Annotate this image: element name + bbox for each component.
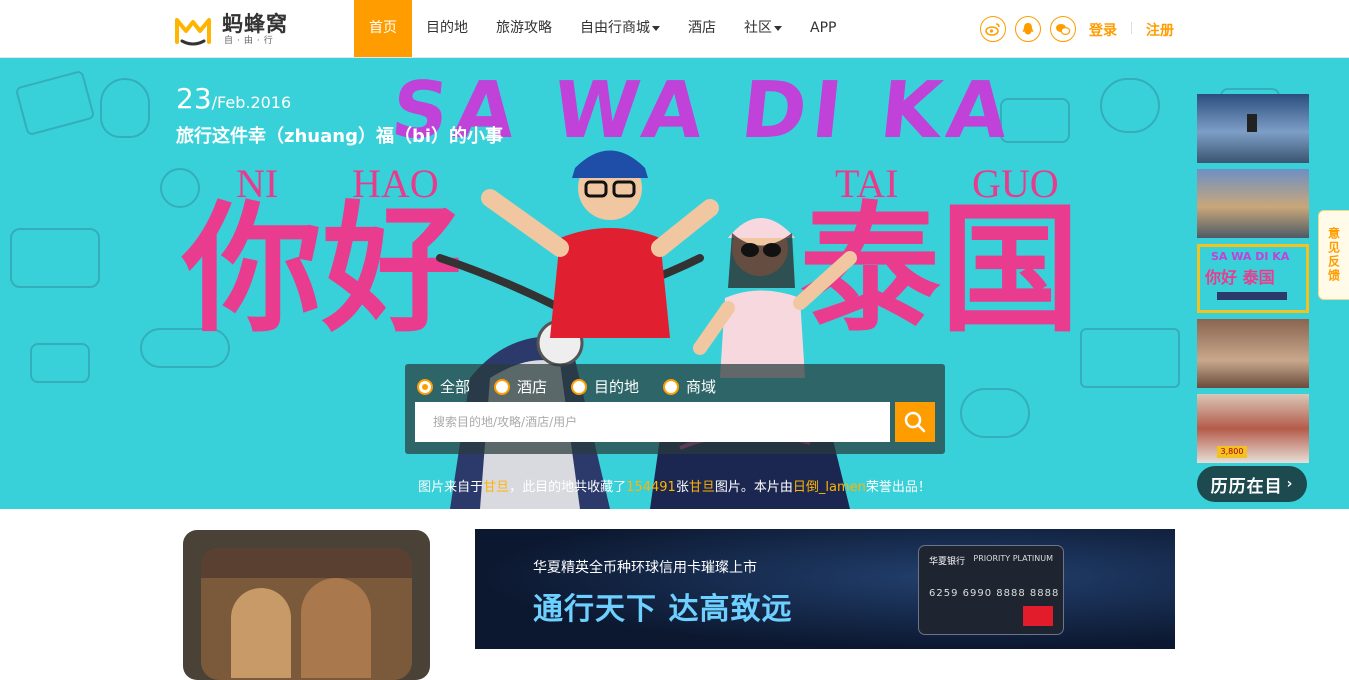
banner-thumbnail[interactable] xyxy=(1197,94,1309,163)
doodle-bag-icon xyxy=(1100,78,1160,133)
date-month-year: /Feb.2016 xyxy=(211,93,292,112)
doodle-phone-icon xyxy=(30,343,90,383)
logo-subtitle: 自·由·行 xyxy=(224,36,277,46)
nav-home[interactable]: 首页 xyxy=(354,0,412,57)
radio-shop[interactable]: 商域 xyxy=(663,376,716,397)
unionpay-logo-icon xyxy=(1023,606,1053,626)
radio-icon xyxy=(663,378,680,395)
top-navbar: 蚂蜂窝 自·由·行 首页 目的地 旅游攻略 自由行商城 酒店 社区 APP 登录… xyxy=(0,0,1349,58)
tv-frame-image[interactable] xyxy=(183,530,430,680)
banner-thumbnail-active[interactable]: SA WA DI KA 你好 泰国 xyxy=(1197,244,1309,313)
nav-mall[interactable]: 自由行商城 xyxy=(566,0,674,57)
main-nav: 首页 目的地 旅游攻略 自由行商城 酒店 社区 APP xyxy=(354,0,850,57)
banner-date: 23/Feb.2016 xyxy=(176,82,291,115)
search-panel: 全部 酒店 目的地 商域 xyxy=(405,364,945,454)
search-type-radios: 全部 酒店 目的地 商域 xyxy=(417,376,740,397)
banner-thumbnail[interactable] xyxy=(1197,319,1309,388)
banner-hanzi: 你 xyxy=(182,189,323,352)
card-tier: PRIORITY PLATINUM xyxy=(973,554,1053,563)
feedback-tab[interactable]: 意见反馈 xyxy=(1318,210,1349,300)
credit-place-link[interactable]: 甘旦 xyxy=(483,480,509,495)
hero-banner[interactable]: SA WA DI KA NI HAO TAI GUO 你 好 泰 国 23/Fe… xyxy=(0,58,1349,509)
radio-icon xyxy=(571,378,588,395)
search-icon xyxy=(904,411,926,433)
doodle-book-icon xyxy=(1080,328,1180,388)
banner-tagline: 旅行这件幸（zhuang）福（bi）的小事 xyxy=(176,126,504,147)
card-bank-name: 华夏银行 xyxy=(929,557,966,567)
credit-card-ad[interactable]: 华夏精英全币种环球信用卡璀璨上市 通行天下 达高致远 华夏银行 PRIORITY… xyxy=(475,529,1175,649)
chevron-down-icon xyxy=(774,25,782,31)
wechat-icon[interactable] xyxy=(1050,16,1076,42)
banner-hanzi: 国 xyxy=(940,189,1081,352)
nav-destinations[interactable]: 目的地 xyxy=(412,0,482,57)
credit-author-link[interactable]: 日倒_lamen xyxy=(793,480,866,495)
logo[interactable]: 蚂蜂窝 自·由·行 xyxy=(174,12,288,48)
qq-icon[interactable] xyxy=(1015,16,1041,42)
credit-card-image: 华夏银行 PRIORITY PLATINUM 6259 6990 8888 88… xyxy=(918,545,1064,635)
auth-divider xyxy=(1131,22,1132,34)
register-link[interactable]: 注册 xyxy=(1146,20,1174,40)
nav-community[interactable]: 社区 xyxy=(730,0,796,57)
radio-destination[interactable]: 目的地 xyxy=(571,376,639,397)
nav-guides[interactable]: 旅游攻略 xyxy=(482,0,566,57)
doodle-ticket-icon xyxy=(14,69,96,137)
radio-all[interactable]: 全部 xyxy=(417,376,470,397)
radio-icon xyxy=(494,378,511,395)
banner-thumbnail-list: SA WA DI KA 你好 泰国 3,800 xyxy=(1197,94,1309,469)
photo-credit: 图片来自于甘旦，此目的地共收藏了154491张甘旦图片。本片由日倒_lamen荣… xyxy=(418,480,931,495)
nav-hotels[interactable]: 酒店 xyxy=(674,0,730,57)
weibo-icon[interactable] xyxy=(980,16,1006,42)
radio-hotel[interactable]: 酒店 xyxy=(494,376,547,397)
doodle-camera-icon xyxy=(10,228,100,288)
doodle-face-icon xyxy=(100,78,150,138)
credit-count-link[interactable]: 154491 xyxy=(626,480,676,495)
nav-app[interactable]: APP xyxy=(796,0,850,57)
card-number: 6259 6990 8888 8888 xyxy=(929,588,1060,599)
logo-mark-icon xyxy=(175,18,211,46)
ad-slogan: 通行天下 达高致远 xyxy=(533,592,793,627)
ad-headline: 华夏精英全币种环球信用卡璀璨上市 xyxy=(533,560,757,576)
banner-thumbnail[interactable]: 3,800 xyxy=(1197,394,1309,463)
login-link[interactable]: 登录 xyxy=(1089,20,1117,40)
banner-thumbnail[interactable] xyxy=(1197,169,1309,238)
search-button[interactable] xyxy=(895,402,935,442)
chevron-down-icon xyxy=(652,25,660,31)
radio-checked-icon xyxy=(417,378,433,395)
doodle-sunglasses-icon xyxy=(960,388,1030,438)
search-input[interactable] xyxy=(415,402,890,442)
logo-title: 蚂蜂窝 xyxy=(222,12,288,36)
date-day: 23 xyxy=(176,82,212,115)
tv-screen-photo xyxy=(201,548,412,680)
credit-place-link[interactable]: 甘旦 xyxy=(689,480,715,495)
